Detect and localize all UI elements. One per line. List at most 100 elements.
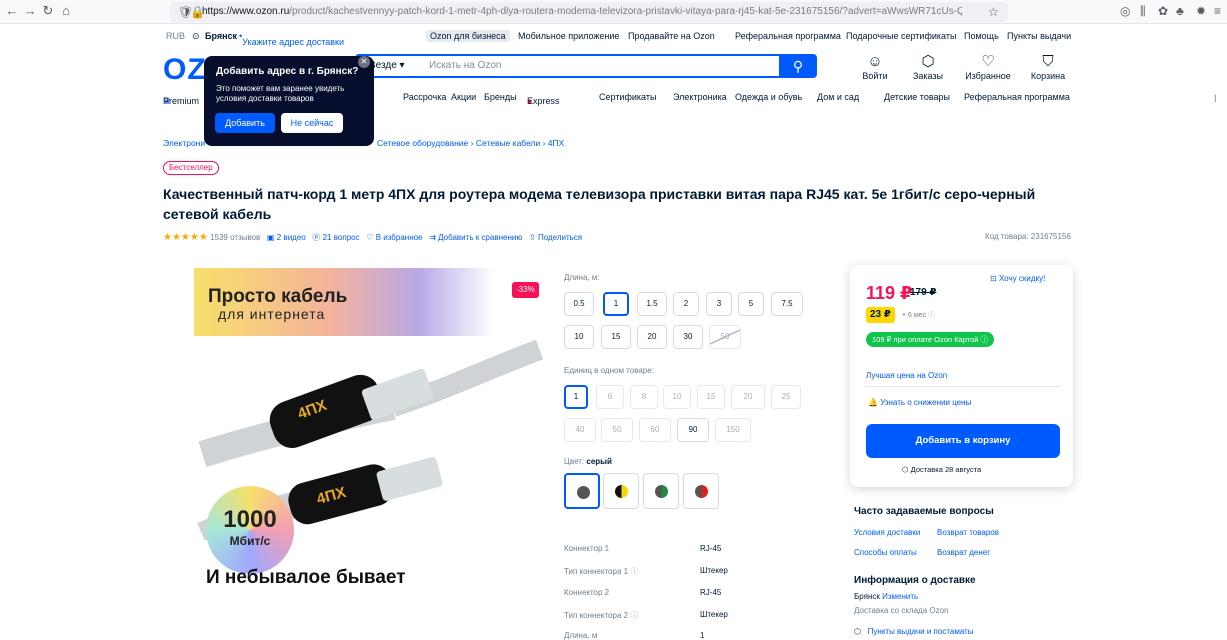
nav-item[interactable]: Бренды	[484, 92, 517, 102]
pocket-icon[interactable]: ◎	[1120, 4, 1130, 18]
length-option[interactable]: 10	[564, 325, 594, 349]
menu-icon[interactable]: ≡	[1214, 4, 1221, 18]
length-option[interactable]: 7.5	[771, 292, 803, 316]
side-panel-icon[interactable]: ǀ	[1214, 94, 1217, 105]
address-bar[interactable]: 🛡 🔒 https://www.ozon.ru/product/kachestv…	[170, 2, 1008, 22]
units-label: Единиц в одном товаре:	[564, 366, 654, 375]
extension-icon[interactable]: ♣	[1176, 4, 1184, 18]
length-option-unavailable[interactable]: 50	[709, 325, 741, 349]
favorite-link[interactable]: В избранное	[376, 233, 423, 242]
color-swatch-yellow-black[interactable]	[603, 473, 639, 509]
popover-add-button[interactable]: Добавить	[215, 113, 275, 133]
questions-link[interactable]: 21 вопрос	[323, 233, 360, 242]
length-option[interactable]: 5	[738, 292, 764, 316]
popover-not-now-button[interactable]: Не сейчас	[281, 113, 343, 133]
url-text: https://www.ozon.ru/product/kachestvenny…	[202, 6, 962, 17]
length-option[interactable]: 1.5	[637, 292, 667, 316]
sku-label[interactable]: Код товара: 231675156	[985, 232, 1071, 241]
nav-item[interactable]: Дом и сад	[817, 92, 859, 102]
length-option-selected[interactable]: 1	[603, 292, 629, 316]
color-swatch-gray[interactable]	[564, 473, 600, 509]
bookmark-star-icon[interactable]: ☆	[988, 5, 999, 19]
nav-item[interactable]: Одежда и обувь	[735, 92, 802, 102]
units-option[interactable]: 6	[596, 385, 624, 409]
faq-refund-link[interactable]: Возврат денег	[937, 548, 990, 557]
home-icon[interactable]: ⌂	[58, 3, 74, 18]
orders-button[interactable]: ⬡ Заказы	[910, 53, 946, 81]
compare-link[interactable]: Добавить к сравнению	[438, 233, 522, 242]
address-link[interactable]: • Укажите адрес доставки	[239, 31, 344, 47]
want-discount-link[interactable]: ⊡ Хочу скидку!	[990, 274, 1045, 283]
best-price-link[interactable]: Лучшая цена на Ozon	[866, 371, 947, 380]
units-option[interactable]: 25	[771, 385, 801, 409]
nav-item[interactable]: Детские товары	[884, 92, 950, 102]
color-swatch-green[interactable]	[643, 473, 679, 509]
nav-item[interactable]: Акции	[451, 92, 476, 102]
nav-item[interactable]: Электроника	[673, 92, 727, 102]
info-icon[interactable]: ⓘ	[630, 567, 638, 576]
toplink-pickup[interactable]: Пункты выдачи	[1007, 31, 1071, 41]
toplink-app[interactable]: Мобильное приложение	[518, 31, 619, 41]
breadcrumb-item[interactable]: Электрони	[163, 138, 205, 148]
ozon-card-price[interactable]: 109 ₽ при оплате Ozon Картой ⓘ	[866, 332, 995, 347]
units-option[interactable]: 10	[663, 385, 691, 409]
close-icon[interactable]: ✕	[358, 56, 370, 68]
city-label[interactable]: Брянск	[205, 31, 237, 41]
faq-returns-link[interactable]: Возврат товаров	[937, 528, 999, 537]
change-city-link[interactable]: Изменить	[882, 592, 918, 601]
nav-item[interactable]: Реферальная программа	[964, 92, 1070, 102]
nav-item[interactable]: Рассрочка	[403, 92, 446, 102]
pickup-points-link[interactable]: ⬡ Пункты выдачи и постаматы	[854, 627, 974, 636]
library-icon[interactable]: ⫼	[1140, 4, 1146, 19]
videos-link[interactable]: 2 видео	[277, 233, 306, 242]
business-link[interactable]: Ozon для бизнеса	[426, 30, 510, 42]
units-option[interactable]: 150	[715, 418, 751, 442]
length-option[interactable]: 2	[673, 292, 699, 316]
add-to-cart-button[interactable]: Добавить в корзину	[866, 424, 1060, 458]
cart-button[interactable]: ⛉ Корзина	[1028, 53, 1068, 81]
units-option[interactable]: 8	[630, 385, 658, 409]
toplink-referral[interactable]: Реферальная программа	[735, 31, 841, 41]
extension-icon[interactable]: ✹	[1196, 4, 1206, 18]
installment-badge[interactable]: 23 ₽	[866, 307, 895, 323]
units-option[interactable]: 90	[677, 418, 709, 442]
units-option[interactable]: 40	[564, 418, 596, 442]
breadcrumb-item[interactable]: Сетевые кабели	[476, 138, 540, 148]
back-icon[interactable]: ←	[4, 3, 20, 18]
color-swatch-red[interactable]	[683, 473, 719, 509]
reviews-link[interactable]: 1539 отзывов	[210, 233, 260, 242]
faq-payment-link[interactable]: Способы оплаты	[854, 548, 917, 557]
price-drop-notify[interactable]: 🔔 Узнать о снижении цены	[868, 398, 971, 407]
breadcrumb-item[interactable]: 4ПХ	[548, 138, 565, 148]
units-option-selected[interactable]: 1	[564, 385, 588, 409]
length-option[interactable]: 3	[706, 292, 732, 316]
toplink-sell[interactable]: Продавайте на Ozon	[628, 31, 715, 41]
nav-item[interactable]: Сертификаты	[599, 92, 656, 102]
toplink-certificates[interactable]: Подарочные сертификаты	[846, 31, 956, 41]
units-option[interactable]: 20	[731, 385, 765, 409]
breadcrumb-item[interactable]: Сетевое оборудование	[377, 138, 468, 148]
favorites-button[interactable]: ♡ Избранное	[962, 53, 1014, 81]
units-option[interactable]: 15	[697, 385, 725, 409]
currency-selector[interactable]: RUB	[166, 31, 185, 41]
search-input[interactable]: Искать на Ozon	[429, 60, 501, 71]
faq-delivery-link[interactable]: Условия доставки	[854, 528, 920, 537]
forward-icon[interactable]: →	[22, 3, 38, 18]
reload-icon[interactable]: ↻	[40, 3, 56, 19]
search-button[interactable]: ⚲	[779, 54, 817, 78]
info-icon[interactable]: ⓘ	[928, 312, 935, 319]
toplink-help[interactable]: Помощь	[964, 31, 999, 41]
units-option[interactable]: 60	[639, 418, 671, 442]
rating-stars[interactable]: ★★★★★	[163, 232, 208, 243]
length-option[interactable]: 30	[673, 325, 703, 349]
search-box[interactable]: Везде ▾ Искать на Ozon	[355, 54, 815, 78]
length-option[interactable]: 15	[601, 325, 631, 349]
units-option[interactable]: 50	[601, 418, 633, 442]
length-option[interactable]: 0.5	[564, 292, 594, 316]
login-button[interactable]: ☺ Войти	[862, 53, 888, 81]
extension-icon[interactable]: ✿	[1158, 4, 1168, 18]
search-category-select[interactable]: Везде ▾	[369, 60, 405, 71]
info-icon[interactable]: ⓘ	[630, 611, 638, 620]
share-link[interactable]: Поделиться	[538, 233, 582, 242]
length-option[interactable]: 20	[637, 325, 667, 349]
